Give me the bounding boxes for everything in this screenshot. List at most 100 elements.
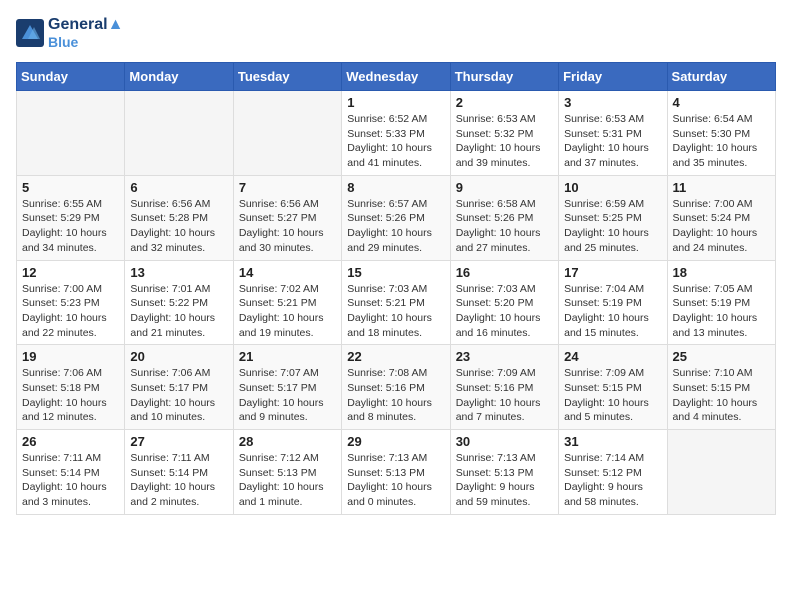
day-number: 12 — [22, 265, 119, 280]
day-number: 10 — [564, 180, 661, 195]
day-number: 22 — [347, 349, 444, 364]
day-number: 29 — [347, 434, 444, 449]
day-number: 14 — [239, 265, 336, 280]
calendar-week-row: 5 Sunrise: 6:55 AMSunset: 5:29 PMDaylight… — [17, 175, 776, 260]
day-number: 17 — [564, 265, 661, 280]
day-number: 9 — [456, 180, 553, 195]
day-number: 7 — [239, 180, 336, 195]
day-info: Sunrise: 7:06 AMSunset: 5:18 PMDaylight:… — [22, 366, 119, 425]
calendar-cell: 14 Sunrise: 7:02 AMSunset: 5:21 PMDayligh… — [233, 260, 341, 345]
day-info: Sunrise: 7:01 AMSunset: 5:22 PMDaylight:… — [130, 282, 227, 341]
calendar-cell: 9 Sunrise: 6:58 AMSunset: 5:26 PMDaylight… — [450, 175, 558, 260]
day-number: 16 — [456, 265, 553, 280]
calendar-cell: 22 Sunrise: 7:08 AMSunset: 5:16 PMDayligh… — [342, 345, 450, 430]
day-info: Sunrise: 7:03 AMSunset: 5:21 PMDaylight:… — [347, 282, 444, 341]
calendar-cell: 1Sunrise: 6:52 AMSunset: 5:33 PMDaylight… — [342, 91, 450, 176]
day-header-thursday: Thursday — [450, 63, 558, 91]
day-number: 3 — [564, 95, 661, 110]
calendar-cell: 12 Sunrise: 7:00 AMSunset: 5:23 PMDayligh… — [17, 260, 125, 345]
calendar-table: SundayMondayTuesdayWednesdayThursdayFrid… — [16, 62, 776, 515]
calendar-cell: 29 Sunrise: 7:13 AMSunset: 5:13 PMDayligh… — [342, 430, 450, 515]
day-number: 5 — [22, 180, 119, 195]
logo-text: General▲ Blue — [48, 16, 123, 50]
calendar-header-row: SundayMondayTuesdayWednesdayThursdayFrid… — [17, 63, 776, 91]
day-number: 11 — [673, 180, 770, 195]
day-info: Sunrise: 7:14 AMSunset: 5:12 PMDaylight:… — [564, 451, 661, 510]
calendar-cell — [17, 91, 125, 176]
day-number: 19 — [22, 349, 119, 364]
calendar-cell: 30 Sunrise: 7:13 AMSunset: 5:13 PMDayligh… — [450, 430, 558, 515]
calendar-cell: 10 Sunrise: 6:59 AMSunset: 5:25 PMDayligh… — [559, 175, 667, 260]
calendar-week-row: 26 Sunrise: 7:11 AMSunset: 5:14 PMDayligh… — [17, 430, 776, 515]
day-info: Sunrise: 7:04 AMSunset: 5:19 PMDaylight:… — [564, 282, 661, 341]
calendar-week-row: 1Sunrise: 6:52 AMSunset: 5:33 PMDaylight… — [17, 91, 776, 176]
page-header: General▲ Blue — [16, 16, 776, 50]
calendar-cell — [125, 91, 233, 176]
day-header-monday: Monday — [125, 63, 233, 91]
logo-icon — [16, 19, 44, 47]
calendar-week-row: 12 Sunrise: 7:00 AMSunset: 5:23 PMDayligh… — [17, 260, 776, 345]
day-number: 15 — [347, 265, 444, 280]
calendar-cell: 7 Sunrise: 6:56 AMSunset: 5:27 PMDaylight… — [233, 175, 341, 260]
day-number: 25 — [673, 349, 770, 364]
day-info: Sunrise: 7:13 AMSunset: 5:13 PMDaylight:… — [347, 451, 444, 510]
day-header-tuesday: Tuesday — [233, 63, 341, 91]
calendar-cell: 31 Sunrise: 7:14 AMSunset: 5:12 PMDayligh… — [559, 430, 667, 515]
day-info: Sunrise: 6:57 AMSunset: 5:26 PMDaylight:… — [347, 197, 444, 256]
calendar-cell — [667, 430, 775, 515]
calendar-cell: 27 Sunrise: 7:11 AMSunset: 5:14 PMDayligh… — [125, 430, 233, 515]
day-number: 1 — [347, 95, 444, 110]
calendar-cell — [233, 91, 341, 176]
day-number: 27 — [130, 434, 227, 449]
day-info: Sunrise: 6:54 AMSunset: 5:30 PMDaylight:… — [673, 112, 770, 171]
calendar-cell: 18 Sunrise: 7:05 AMSunset: 5:19 PMDayligh… — [667, 260, 775, 345]
day-number: 31 — [564, 434, 661, 449]
calendar-cell: 3 Sunrise: 6:53 AMSunset: 5:31 PMDaylight… — [559, 91, 667, 176]
calendar-cell: 17 Sunrise: 7:04 AMSunset: 5:19 PMDayligh… — [559, 260, 667, 345]
calendar-cell: 15 Sunrise: 7:03 AMSunset: 5:21 PMDayligh… — [342, 260, 450, 345]
calendar-cell: 24 Sunrise: 7:09 AMSunset: 5:15 PMDayligh… — [559, 345, 667, 430]
calendar-cell: 11 Sunrise: 7:00 AMSunset: 5:24 PMDayligh… — [667, 175, 775, 260]
calendar-cell: 28 Sunrise: 7:12 AMSunset: 5:13 PMDayligh… — [233, 430, 341, 515]
day-info: Sunrise: 7:08 AMSunset: 5:16 PMDaylight:… — [347, 366, 444, 425]
day-number: 13 — [130, 265, 227, 280]
day-info: Sunrise: 7:02 AMSunset: 5:21 PMDaylight:… — [239, 282, 336, 341]
day-info: Sunrise: 7:00 AMSunset: 5:23 PMDaylight:… — [22, 282, 119, 341]
calendar-cell: 2Sunrise: 6:53 AMSunset: 5:32 PMDaylight… — [450, 91, 558, 176]
calendar-week-row: 19 Sunrise: 7:06 AMSunset: 5:18 PMDayligh… — [17, 345, 776, 430]
calendar-cell: 16Sunrise: 7:03 AMSunset: 5:20 PMDayligh… — [450, 260, 558, 345]
day-number: 18 — [673, 265, 770, 280]
calendar-cell: 19 Sunrise: 7:06 AMSunset: 5:18 PMDayligh… — [17, 345, 125, 430]
day-info: Sunrise: 7:13 AMSunset: 5:13 PMDaylight:… — [456, 451, 553, 510]
day-info: Sunrise: 6:55 AMSunset: 5:29 PMDaylight:… — [22, 197, 119, 256]
calendar-cell: 5 Sunrise: 6:55 AMSunset: 5:29 PMDaylight… — [17, 175, 125, 260]
calendar-cell: 26Sunrise: 7:11 AMSunset: 5:14 PMDayligh… — [17, 430, 125, 515]
day-number: 21 — [239, 349, 336, 364]
day-info: Sunrise: 6:58 AMSunset: 5:26 PMDaylight:… — [456, 197, 553, 256]
day-info: Sunrise: 7:11 AMSunset: 5:14 PMDaylight:… — [130, 451, 227, 510]
day-info: Sunrise: 6:59 AMSunset: 5:25 PMDaylight:… — [564, 197, 661, 256]
day-info: Sunrise: 7:12 AMSunset: 5:13 PMDaylight:… — [239, 451, 336, 510]
day-info: Sunrise: 7:05 AMSunset: 5:19 PMDaylight:… — [673, 282, 770, 341]
calendar-cell: 13 Sunrise: 7:01 AMSunset: 5:22 PMDayligh… — [125, 260, 233, 345]
day-number: 28 — [239, 434, 336, 449]
day-number: 20 — [130, 349, 227, 364]
day-number: 23 — [456, 349, 553, 364]
day-header-saturday: Saturday — [667, 63, 775, 91]
calendar-cell: 25 Sunrise: 7:10 AMSunset: 5:15 PMDayligh… — [667, 345, 775, 430]
day-number: 24 — [564, 349, 661, 364]
day-info: Sunrise: 6:56 AMSunset: 5:27 PMDaylight:… — [239, 197, 336, 256]
day-number: 30 — [456, 434, 553, 449]
calendar-cell: 8Sunrise: 6:57 AMSunset: 5:26 PMDaylight… — [342, 175, 450, 260]
day-info: Sunrise: 7:09 AMSunset: 5:15 PMDaylight:… — [564, 366, 661, 425]
day-header-friday: Friday — [559, 63, 667, 91]
day-header-sunday: Sunday — [17, 63, 125, 91]
day-info: Sunrise: 7:00 AMSunset: 5:24 PMDaylight:… — [673, 197, 770, 256]
calendar-cell: 21Sunrise: 7:07 AMSunset: 5:17 PMDayligh… — [233, 345, 341, 430]
day-info: Sunrise: 6:53 AMSunset: 5:31 PMDaylight:… — [564, 112, 661, 171]
day-number: 26 — [22, 434, 119, 449]
calendar-cell: 4Sunrise: 6:54 AMSunset: 5:30 PMDaylight… — [667, 91, 775, 176]
day-header-wednesday: Wednesday — [342, 63, 450, 91]
day-info: Sunrise: 7:10 AMSunset: 5:15 PMDaylight:… — [673, 366, 770, 425]
day-info: Sunrise: 6:56 AMSunset: 5:28 PMDaylight:… — [130, 197, 227, 256]
